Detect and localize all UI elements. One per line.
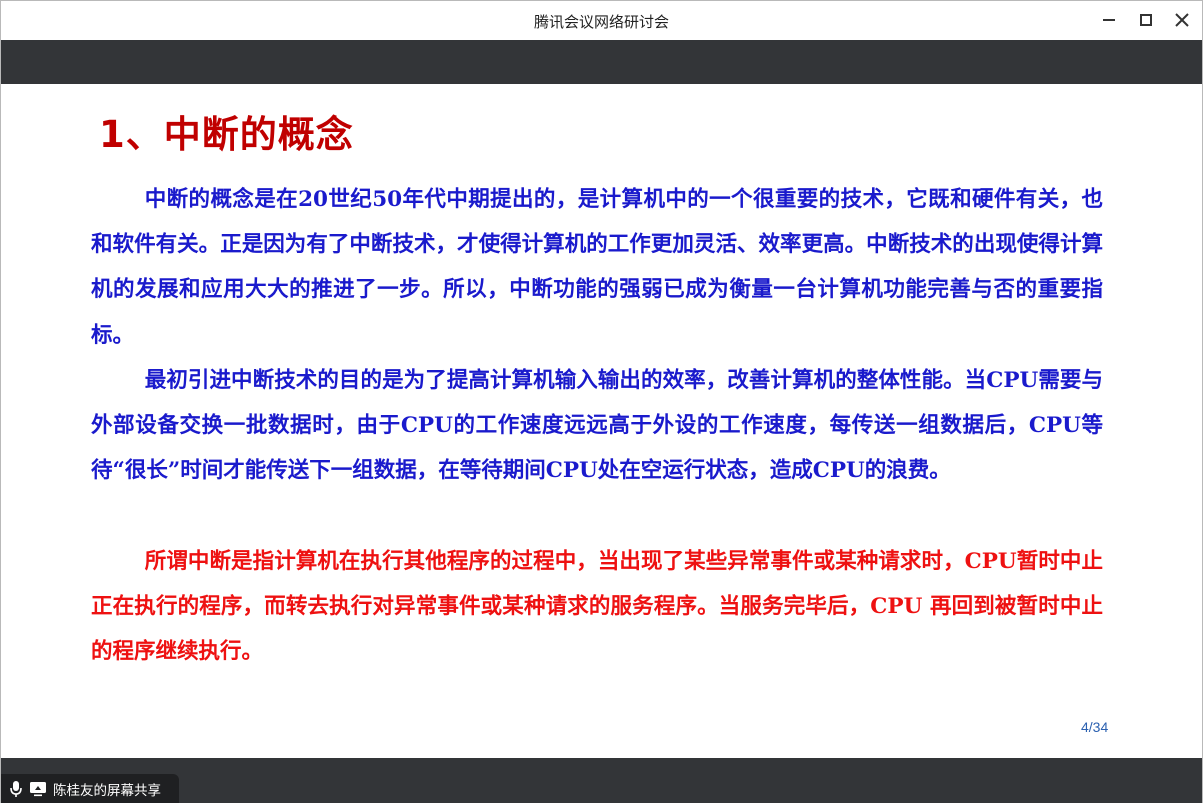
maximize-button[interactable] <box>1133 7 1159 33</box>
screen-share-badge[interactable]: 陈桂友的屏幕共享 <box>1 774 179 803</box>
shared-slide: 1、中断的概念 中断的概念是在20世纪50年代中期提出的，是计算机中的一个很重要… <box>1 84 1202 758</box>
close-icon <box>1175 13 1189 27</box>
minimize-button[interactable] <box>1096 7 1122 33</box>
close-button[interactable] <box>1169 7 1195 33</box>
paragraph-2: 最初引进中断技术的目的是为了提高计算机输入输出的效率，改善计算机的整体性能。当C… <box>91 368 1103 484</box>
paragraph-3: 所谓中断是指计算机在执行其他程序的过程中，当出现了某些异常事件或某种请求时，CP… <box>91 549 1103 665</box>
maximize-icon <box>1140 14 1152 26</box>
paragraph-1: 中断的概念是在20世纪50年代中期提出的，是计算机中的一个很重要的技术，它既和硬… <box>91 187 1103 348</box>
title-bar: 腾讯会议网络研讨会 <box>1 1 1202 40</box>
bottom-toolbar <box>1 758 1202 803</box>
slide-title: 1、中断的概念 <box>99 113 354 156</box>
window-title: 腾讯会议网络研讨会 <box>533 13 669 31</box>
microphone-icon[interactable] <box>7 780 25 798</box>
minimize-icon <box>1103 19 1115 21</box>
meeting-window: 腾讯会议网络研讨会 1、中断的概念 中断的概念是在20世纪50年代中期提出的，是… <box>0 0 1203 803</box>
top-toolbar <box>1 40 1202 84</box>
screen-share-icon <box>29 780 47 798</box>
page-number: 4/34 <box>1081 719 1109 735</box>
screen-share-label: 陈桂友的屏幕共享 <box>53 783 161 799</box>
